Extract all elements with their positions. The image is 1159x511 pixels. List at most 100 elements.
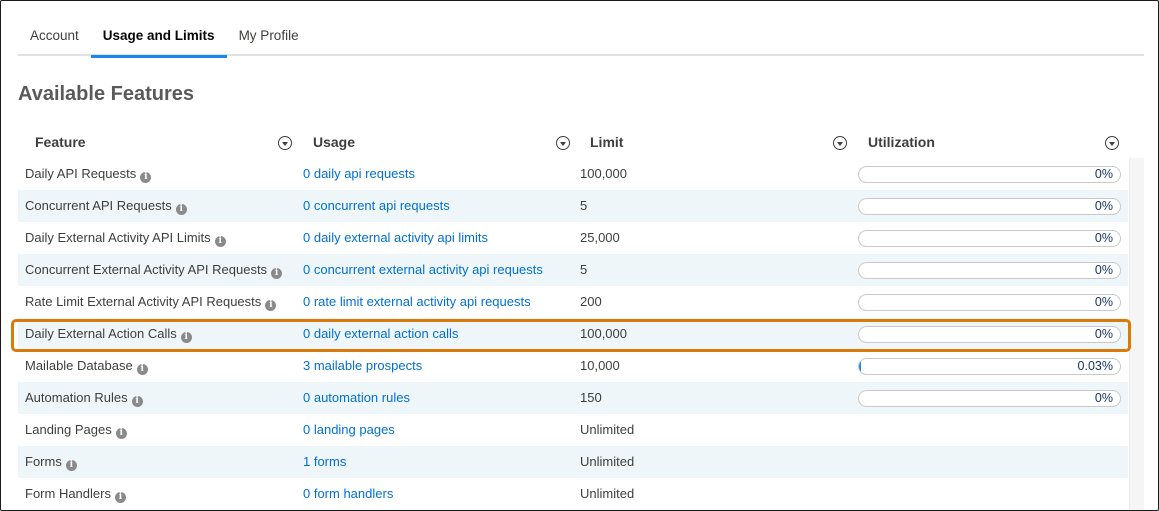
feature-name: Daily External Activity API Limits [25,230,211,245]
usage-cell: 0 daily api requests [296,158,573,190]
utilization-cell [852,446,1128,478]
table-row: Forms i 1 forms Unlimited [18,446,1128,478]
column-header-utilization[interactable]: Utilization [852,126,1128,158]
usage-cell: 0 rate limit external activity api reque… [296,286,573,318]
usage-link[interactable]: 0 landing pages [303,422,395,437]
usage-link[interactable]: 1 forms [303,454,346,469]
feature-cell: Daily API Requests i [18,158,296,190]
limit-cell: 10,000 [580,358,620,373]
usage-cell: 0 form handlers [296,478,573,510]
table-row: Concurrent API Requests i 0 concurrent ap… [18,190,1128,222]
tab-account[interactable]: Account [18,19,91,56]
utilization-cell: 0% [852,382,1128,414]
limit-cell: Unlimited [580,486,635,501]
usage-link[interactable]: 0 concurrent api requests [303,198,450,213]
progress-fill [859,359,861,374]
utilization-cell: 0% [852,254,1128,286]
utilization-cell: 0% [852,222,1128,254]
info-icon[interactable]: i [65,460,77,471]
scrollbar[interactable] [1129,158,1144,510]
feature-name: Daily External Action Calls [25,326,177,341]
usage-cell: 0 concurrent api requests [296,190,573,222]
usage-link[interactable]: 0 automation rules [303,390,410,405]
utilization-progress-bar: 0% [858,390,1121,407]
column-label: Feature [35,134,86,150]
info-icon[interactable]: i [114,492,126,503]
utilization-progress-bar: 0.03% [858,358,1121,375]
feature-name: Form Handlers [25,486,111,501]
utilization-percent: 0% [1094,327,1113,341]
filter-icon[interactable] [278,136,292,150]
limit-cell: 100,000 [580,326,627,341]
table-row: Daily API Requests i 0 daily api requests… [18,158,1128,190]
usage-link[interactable]: 3 mailable prospects [303,358,422,373]
utilization-cell: 0% [852,158,1128,190]
info-icon[interactable]: i [136,364,148,375]
utilization-progress-bar: 0% [858,262,1121,279]
usage-link[interactable]: 0 daily external activity api limits [303,230,488,245]
utilization-percent: 0% [1094,231,1113,245]
feature-name: Rate Limit External Activity API Request… [25,294,262,309]
usage-link[interactable]: 0 concurrent external activity api reque… [303,262,543,277]
column-label: Utilization [868,134,935,150]
column-header-limit[interactable]: Limit [573,126,852,158]
filter-icon[interactable] [1105,136,1119,150]
tab-usage-and-limits[interactable]: Usage and Limits [90,19,227,58]
table-header: Feature Usage Limit Utilization [18,126,1128,158]
tab-bar: Account Usage and Limits My Profile [18,19,1144,58]
feature-name: Concurrent External Activity API Request… [25,262,268,277]
table-row: Rate Limit External Activity API Request… [18,286,1128,318]
utilization-progress-bar: 0% [858,230,1121,247]
filter-icon[interactable] [833,136,847,150]
usage-cell: 0 automation rules [296,382,573,414]
utilization-cell: 0% [852,318,1128,350]
limit-cell: 5 [580,262,588,277]
feature-cell: Concurrent External Activity API Request… [18,254,296,286]
table-row: Automation Rules i 0 automation rules 150… [18,382,1128,414]
utilization-progress-bar: 0% [858,326,1121,343]
usage-link[interactable]: 0 form handlers [303,486,393,501]
feature-cell: Daily External Activity API Limits i [18,222,296,254]
utilization-percent: 0% [1094,295,1113,309]
utilization-percent: 0% [1094,199,1113,213]
info-icon[interactable]: i [271,268,283,279]
usage-link[interactable]: 0 rate limit external activity api reque… [303,294,531,309]
utilization-cell: 0.03% [852,350,1128,382]
usage-link[interactable]: 0 daily api requests [303,166,415,181]
info-icon[interactable]: i [131,396,143,407]
utilization-progress-bar: 0% [858,294,1121,311]
column-label: Usage [313,134,356,150]
usage-link[interactable]: 0 daily external action calls [303,326,458,341]
info-icon[interactable]: i [140,172,152,183]
app-frame: Account Usage and Limits My Profile Avai… [0,0,1159,511]
info-icon[interactable]: i [175,204,187,215]
utilization-cell [852,478,1128,510]
info-icon[interactable]: i [115,428,127,439]
filter-icon[interactable] [556,136,570,150]
feature-name: Landing Pages [25,422,112,437]
utilization-cell: 0% [852,286,1128,318]
info-icon[interactable]: i [214,236,226,247]
table-row: Form Handlers i 0 form handlers Unlimited [18,478,1128,510]
limit-cell: 5 [580,198,588,213]
utilization-percent: 0% [1094,263,1113,277]
utilization-percent: 0% [1094,391,1113,405]
column-header-feature[interactable]: Feature [18,126,296,158]
feature-name: Mailable Database [25,358,133,373]
feature-cell: Forms i [18,446,296,478]
utilization-percent: 0% [1094,167,1113,181]
limit-cell: Unlimited [580,454,635,469]
utilization-cell [852,414,1128,446]
limit-cell: Unlimited [580,422,635,437]
usage-cell: 0 daily external action calls [296,318,573,350]
table-body: Daily API Requests i 0 daily api requests… [18,158,1128,510]
feature-name: Forms [25,454,62,469]
tab-my-profile[interactable]: My Profile [227,19,311,56]
feature-name: Daily API Requests [25,166,137,181]
utilization-cell: 0% [852,190,1128,222]
info-icon[interactable]: i [265,300,277,311]
column-header-usage[interactable]: Usage [296,126,573,158]
feature-cell: Form Handlers i [18,478,296,510]
feature-name: Automation Rules [25,390,128,405]
info-icon[interactable]: i [180,332,192,343]
